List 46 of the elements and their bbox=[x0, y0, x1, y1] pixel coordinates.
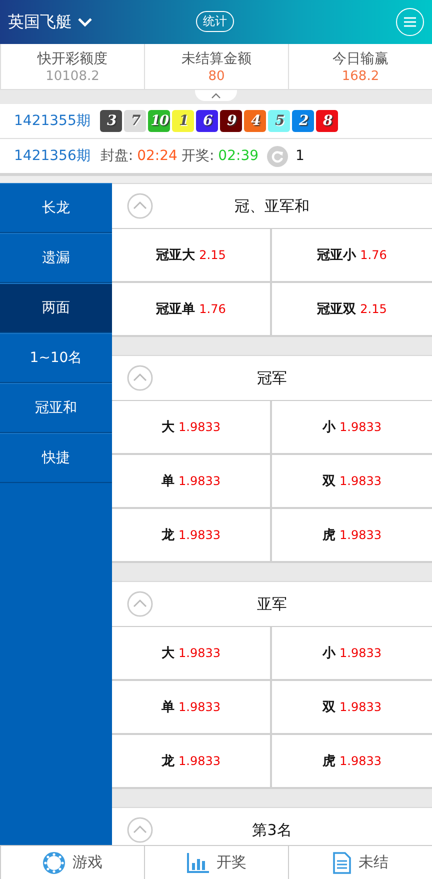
stats-button[interactable]: 统计 bbox=[196, 11, 234, 32]
summary-value: 80 bbox=[208, 68, 225, 84]
close-countdown: 02:24 bbox=[137, 148, 178, 164]
wheel-icon bbox=[42, 852, 64, 874]
collapse-tab[interactable] bbox=[195, 90, 237, 101]
sidebar-item[interactable]: 1~10名 bbox=[0, 333, 112, 383]
draw-label: 开奖: bbox=[181, 147, 214, 165]
sidebar-item[interactable]: 长龙 bbox=[0, 183, 112, 233]
bet-option[interactable]: 龙 1.9833 bbox=[112, 509, 272, 563]
summary-value: 10108.2 bbox=[46, 68, 100, 84]
sidebar-item[interactable]: 两面 bbox=[0, 283, 112, 333]
bet-option[interactable]: 冠亚单 1.76 bbox=[112, 283, 272, 337]
menu-icon bbox=[404, 17, 416, 27]
sidebar-item[interactable]: 冠亚和 bbox=[0, 383, 112, 433]
sidebar-item[interactable]: 遗漏 bbox=[0, 233, 112, 283]
collapse-icon[interactable] bbox=[127, 591, 153, 617]
bet-option[interactable]: 单 1.9833 bbox=[112, 681, 272, 735]
period-number: 1421355期 bbox=[14, 112, 90, 130]
collapse-icon[interactable] bbox=[127, 817, 153, 843]
game-selector[interactable]: 英国飞艇 bbox=[8, 12, 92, 32]
bet-option[interactable]: 大 1.9833 bbox=[112, 627, 272, 681]
chevron-down-icon bbox=[78, 17, 92, 27]
collapse-icon[interactable] bbox=[127, 193, 153, 219]
section-title: 冠、亚军和 bbox=[234, 196, 310, 216]
section-title: 冠军 bbox=[257, 368, 287, 388]
bet-option[interactable]: 龙 1.9833 bbox=[112, 735, 272, 789]
section-title: 第3名 bbox=[252, 820, 292, 840]
close-label: 封盘: bbox=[100, 147, 134, 165]
period-number: 1421356期 bbox=[14, 147, 90, 165]
bet-option[interactable]: 冠亚大 2.15 bbox=[112, 229, 272, 283]
refresh-count: 1 bbox=[296, 148, 304, 164]
bet-option[interactable]: 单 1.9833 bbox=[112, 455, 272, 509]
bar-chart-icon bbox=[186, 852, 208, 872]
summary-label: 未结算金额 bbox=[182, 50, 252, 68]
document-icon bbox=[332, 852, 350, 874]
sidebar-item[interactable]: 快捷 bbox=[0, 433, 112, 483]
draw-countdown: 02:39 bbox=[218, 148, 259, 164]
summary-value: 168.2 bbox=[342, 68, 380, 84]
collapse-icon[interactable] bbox=[127, 365, 153, 391]
summary-label: 快开彩额度 bbox=[38, 50, 108, 68]
refresh-icon[interactable] bbox=[266, 146, 288, 166]
summary-label: 今日输赢 bbox=[332, 50, 388, 68]
bet-option[interactable]: 大 1.9833 bbox=[112, 401, 272, 455]
section-title: 亚军 bbox=[257, 594, 287, 614]
chevron-up-icon bbox=[211, 92, 221, 98]
menu-button[interactable] bbox=[396, 8, 424, 36]
